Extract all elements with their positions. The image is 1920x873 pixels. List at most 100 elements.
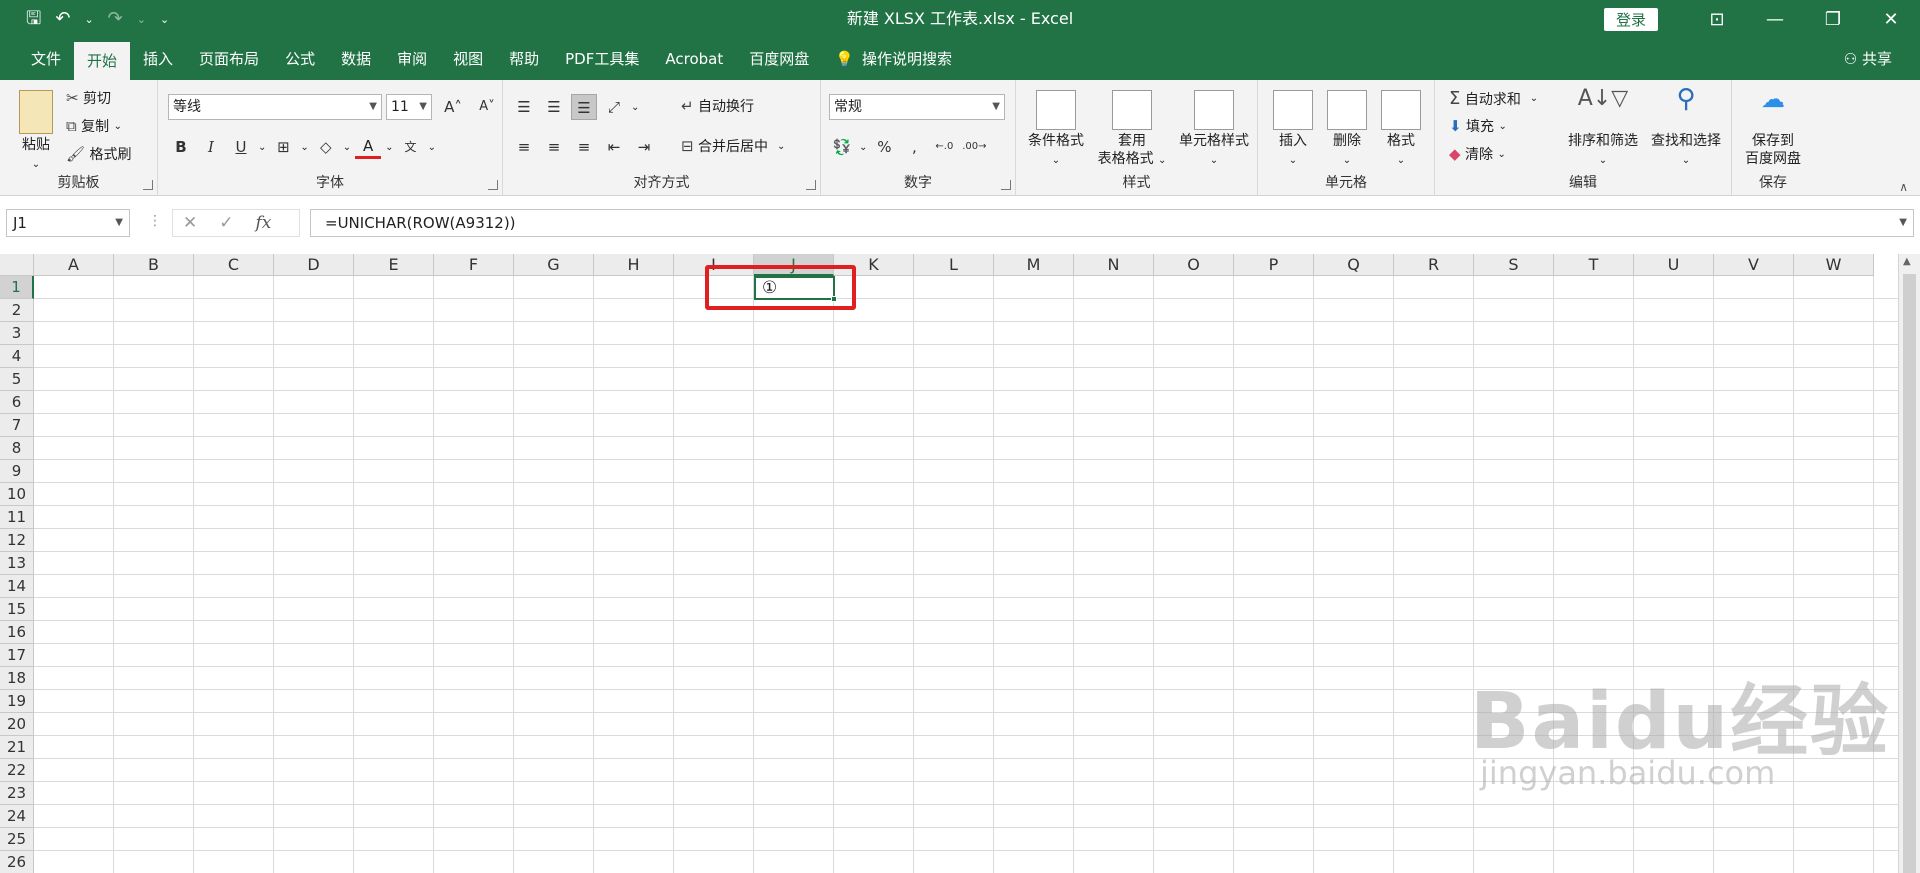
tab-insert[interactable]: 插入 [130, 38, 186, 80]
scroll-thumb[interactable] [1903, 274, 1916, 873]
align-left-icon[interactable]: ≡ [511, 134, 537, 160]
column-header-k[interactable]: K [834, 254, 914, 276]
column-header-p[interactable]: P [1234, 254, 1314, 276]
row-header-25[interactable]: 25 [0, 828, 34, 851]
enter-icon[interactable]: ✓ [219, 213, 233, 233]
minimize-icon[interactable]: — [1746, 9, 1804, 30]
alignment-launcher-icon[interactable] [806, 180, 816, 190]
cell-grid[interactable] [34, 276, 1898, 873]
percent-button[interactable]: % [871, 134, 897, 160]
underline-dropdown-icon[interactable]: ⌄ [258, 142, 266, 153]
row-header-22[interactable]: 22 [0, 759, 34, 782]
row-header-24[interactable]: 24 [0, 805, 34, 828]
share-button[interactable]: ⚇ 共享 [1844, 38, 1892, 80]
number-format-combo[interactable]: 常规 ▼ [829, 94, 1005, 120]
undo-icon[interactable]: ↶ [55, 10, 70, 28]
ribbon-display-icon[interactable]: ⊡ [1688, 9, 1746, 30]
column-header-e[interactable]: E [354, 254, 434, 276]
paste-button[interactable]: 粘贴 ⌄ [14, 90, 58, 174]
tab-acrobat[interactable]: Acrobat [652, 38, 736, 80]
insert-cells-button[interactable]: 插入 ⌄ [1268, 90, 1318, 170]
tell-me-search[interactable]: 💡 操作说明搜索 [822, 38, 965, 80]
clear-button[interactable]: ◆ 清除 ⌄ [1449, 144, 1506, 164]
redo-icon[interactable]: ↷ [108, 10, 123, 28]
tab-help[interactable]: 帮助 [496, 38, 552, 80]
borders-dropdown-icon[interactable]: ⌄ [300, 142, 308, 153]
accounting-dropdown-icon[interactable]: ⌄ [859, 142, 867, 153]
column-header-g[interactable]: G [514, 254, 594, 276]
save-to-baidu-button[interactable]: ☁ 保存到 百度网盘 [1736, 87, 1810, 168]
close-icon[interactable]: ✕ [1862, 9, 1920, 30]
login-button[interactable]: 登录 [1603, 7, 1658, 31]
format-as-table-button[interactable]: 套用 表格格式 ⌄ [1094, 90, 1170, 170]
name-box[interactable]: J1 ▼ [6, 209, 130, 237]
worksheet[interactable]: ABCDEFGHIJKLMNOPQRSTUVW 1 2 3 4 5 6 7 8 9 10 11 12 1… [0, 254, 1920, 873]
tab-view[interactable]: 视图 [440, 38, 496, 80]
number-launcher-icon[interactable] [1001, 180, 1011, 190]
column-header-u[interactable]: U [1634, 254, 1714, 276]
tab-pdf-tools[interactable]: PDF工具集 [552, 38, 652, 80]
cut-button[interactable]: ✂ 剪切 [66, 88, 111, 108]
row-header-7[interactable]: 7 [0, 414, 34, 437]
tab-file[interactable]: 文件 [18, 38, 74, 80]
scroll-up-icon[interactable]: ▲ [1903, 256, 1911, 267]
collapse-ribbon-icon[interactable]: ∧ [1899, 180, 1908, 194]
customize-qat-icon[interactable]: ⌄ [160, 14, 169, 25]
column-header-h[interactable]: H [594, 254, 674, 276]
restore-icon[interactable]: ❐ [1804, 9, 1862, 30]
conditional-formatting-button[interactable]: 条件格式 ⌄ [1024, 90, 1088, 170]
sort-filter-button[interactable]: A↓▽ 排序和筛选 ⌄ [1563, 88, 1643, 170]
font-color-icon[interactable]: A [355, 135, 382, 159]
expand-formula-icon[interactable]: ▼ [1899, 210, 1907, 236]
align-top-icon[interactable]: ☰ [511, 94, 537, 120]
row-header-12[interactable]: 12 [0, 529, 34, 552]
shrink-font-button[interactable]: A˅ [474, 94, 500, 120]
find-select-button[interactable]: ⚲ 查找和选择 ⌄ [1645, 86, 1727, 170]
column-header-i[interactable]: I [674, 254, 754, 276]
row-header-4[interactable]: 4 [0, 345, 34, 368]
column-header-c[interactable]: C [194, 254, 274, 276]
row-header-13[interactable]: 13 [0, 552, 34, 575]
column-header-n[interactable]: N [1074, 254, 1154, 276]
tab-data[interactable]: 数据 [328, 38, 384, 80]
row-header-26[interactable]: 26 [0, 851, 34, 873]
format-cells-button[interactable]: 格式 ⌄ [1376, 90, 1426, 170]
align-bottom-icon[interactable]: ☰ [571, 94, 597, 120]
redo-dropdown-icon[interactable]: ⌄ [137, 14, 146, 25]
tab-page-layout[interactable]: 页面布局 [186, 38, 272, 80]
underline-button[interactable]: U [228, 134, 254, 160]
font-size-combo[interactable]: 11 ▼ [386, 94, 432, 120]
format-painter-button[interactable]: 🖌 格式刷 [66, 144, 132, 164]
delete-cells-button[interactable]: 删除 ⌄ [1322, 90, 1372, 170]
bold-button[interactable]: B [168, 134, 194, 160]
formula-input[interactable]: =UNICHAR(ROW(A9312)) ▼ [310, 209, 1914, 237]
active-cell-j1[interactable]: ① [754, 276, 837, 302]
column-header-l[interactable]: L [914, 254, 994, 276]
clipboard-launcher-icon[interactable] [143, 180, 153, 190]
row-header-1[interactable]: 1 [0, 276, 34, 299]
column-header-f[interactable]: F [434, 254, 514, 276]
column-header-s[interactable]: S [1474, 254, 1554, 276]
column-header-r[interactable]: R [1394, 254, 1474, 276]
row-header-15[interactable]: 15 [0, 598, 34, 621]
row-header-6[interactable]: 6 [0, 391, 34, 414]
cell-styles-button[interactable]: 单元格样式 ⌄ [1174, 90, 1254, 170]
increase-decimal-icon[interactable]: ←.0 [931, 134, 957, 160]
column-header-j[interactable]: J [754, 254, 834, 276]
font-launcher-icon[interactable] [488, 180, 498, 190]
column-header-q[interactable]: Q [1314, 254, 1394, 276]
tab-home[interactable]: 开始 [74, 42, 131, 80]
row-header-3[interactable]: 3 [0, 322, 34, 345]
merge-center-button[interactable]: ⊟ 合并后居中 ⌄ [681, 136, 785, 156]
row-header-16[interactable]: 16 [0, 621, 34, 644]
tab-baidu-netdisk[interactable]: 百度网盘 [736, 38, 822, 80]
orientation-dropdown-icon[interactable]: ⌄ [631, 102, 639, 113]
increase-indent-icon[interactable]: ⇥ [631, 134, 657, 160]
undo-dropdown-icon[interactable]: ⌄ [84, 14, 93, 25]
fill-color-icon[interactable]: ◇ [313, 134, 339, 160]
fill-color-dropdown-icon[interactable]: ⌄ [343, 142, 351, 153]
copy-button[interactable]: ⧉ 复制 ⌄ [66, 116, 122, 136]
row-header-20[interactable]: 20 [0, 713, 34, 736]
select-all-corner[interactable] [0, 254, 34, 276]
row-header-23[interactable]: 23 [0, 782, 34, 805]
